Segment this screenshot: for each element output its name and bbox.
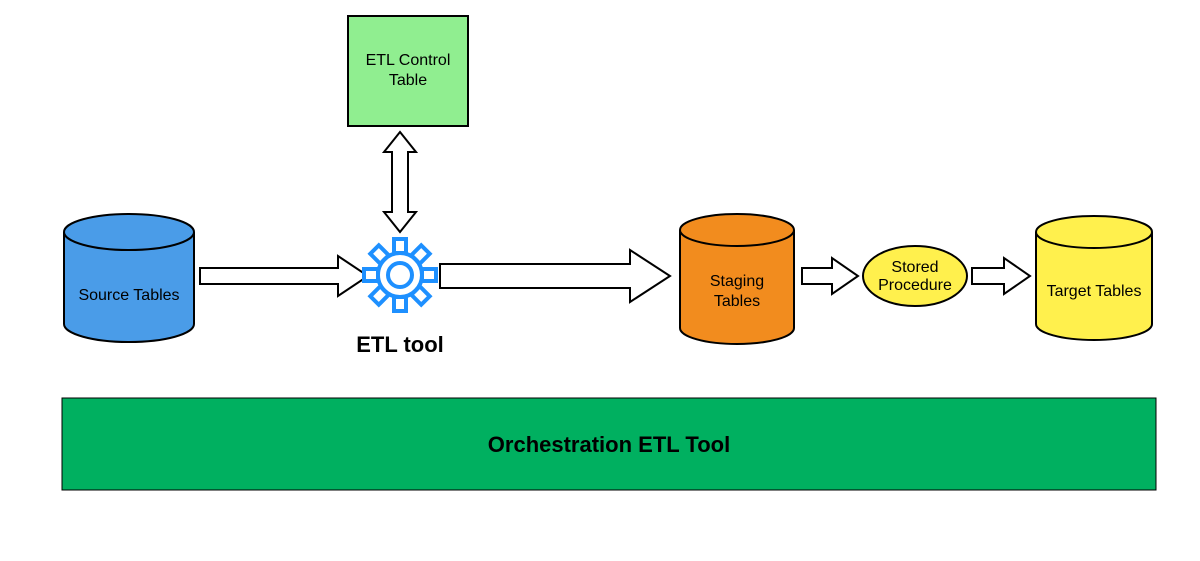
orchestration-label: Orchestration ETL Tool xyxy=(488,432,730,457)
node-target-tables: Target Tables xyxy=(1036,216,1152,340)
node-etl-control-table: ETL Control Table xyxy=(348,16,468,126)
node-staging-tables: Staging Tables xyxy=(680,214,794,344)
source-tables-label: Source Tables xyxy=(78,287,179,304)
arrow-double-vertical xyxy=(384,132,416,232)
target-tables-label: Target Tables xyxy=(1047,283,1142,300)
etl-tool-label: ETL tool xyxy=(356,332,444,357)
staging-label-line1: Staging xyxy=(710,273,764,290)
etl-control-label-line1: ETL Control xyxy=(366,52,451,69)
arrow-source-to-gear xyxy=(200,256,368,296)
etl-control-label-line2: Table xyxy=(389,72,427,89)
orchestration-banner: Orchestration ETL Tool xyxy=(62,398,1156,490)
arrow-staging-to-storedproc xyxy=(802,258,858,294)
node-source-tables: Source Tables xyxy=(64,214,194,342)
gear-icon xyxy=(364,239,436,311)
node-stored-procedure: Stored Procedure xyxy=(863,246,967,306)
staging-label-line2: Tables xyxy=(714,293,760,310)
arrow-storedproc-to-target xyxy=(972,258,1030,294)
stored-proc-label-line1: Stored xyxy=(891,259,938,276)
diagram-canvas: ETL Control Table Source Tables xyxy=(0,0,1200,561)
arrow-gear-to-staging xyxy=(440,250,670,302)
diagram-svg: ETL Control Table Source Tables xyxy=(0,0,1200,561)
stored-proc-label-line2: Procedure xyxy=(878,277,952,294)
